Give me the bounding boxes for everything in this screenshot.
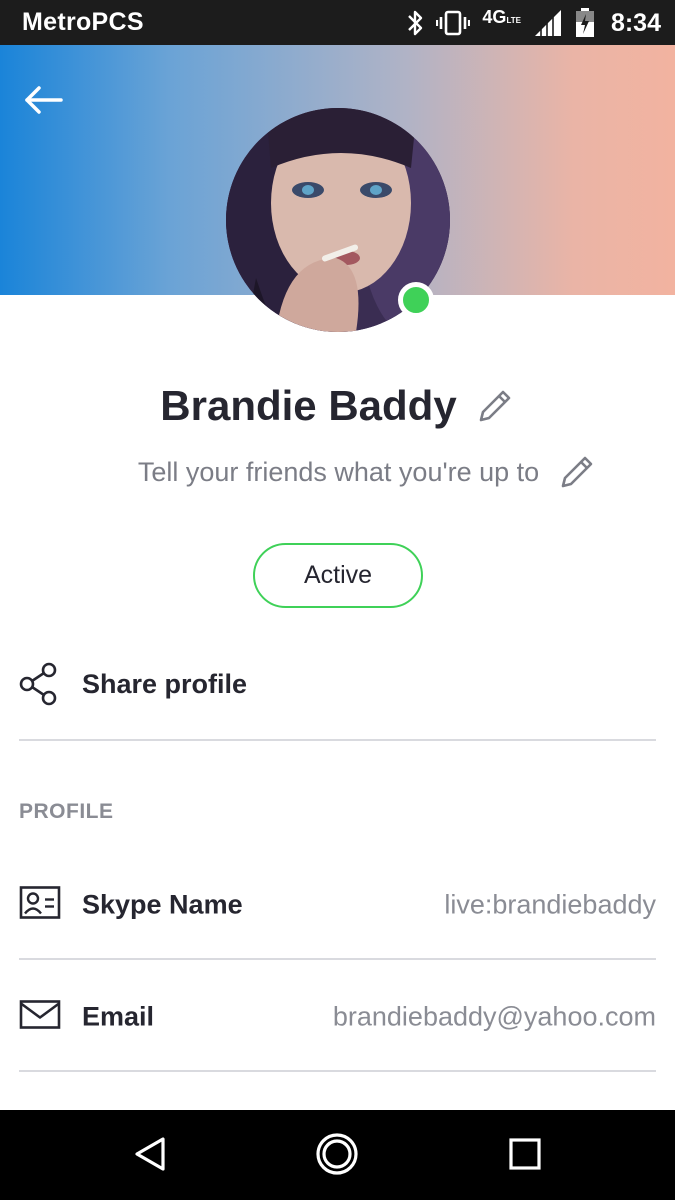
clock: 8:34 xyxy=(610,8,661,37)
email-value: brandiebaddy@yahoo.com xyxy=(332,1001,656,1032)
contact-card-icon xyxy=(19,886,61,925)
presence-status-button[interactable]: Active xyxy=(253,543,423,608)
arrow-left-icon xyxy=(23,85,63,120)
battery-icon xyxy=(575,8,595,38)
skype-name-value: live:brandiebaddy xyxy=(444,889,656,920)
mail-icon xyxy=(19,1000,61,1035)
display-name: Brandie Baddy xyxy=(160,382,457,429)
partial-row-icon xyxy=(20,1100,60,1110)
divider xyxy=(19,1070,656,1072)
bluetooth-icon xyxy=(406,9,424,37)
email-row[interactable]: Email brandiebaddy@yahoo.com xyxy=(0,982,675,1052)
share-icon xyxy=(18,662,60,711)
share-profile-row[interactable]: Share profile xyxy=(0,652,675,716)
edit-name-icon[interactable] xyxy=(475,386,515,426)
home-circle-icon xyxy=(315,1132,359,1181)
skype-name-row[interactable]: Skype Name live:brandiebaddy xyxy=(0,870,675,940)
share-profile-label: Share profile xyxy=(82,668,248,699)
nav-back-button[interactable] xyxy=(124,1130,176,1182)
system-nav-bar xyxy=(0,1110,675,1200)
back-button[interactable] xyxy=(16,75,70,129)
edit-mood-icon[interactable] xyxy=(557,452,597,492)
divider xyxy=(19,739,656,741)
presence-indicator xyxy=(398,282,434,318)
mood-message[interactable]: Tell your friends what you're up to xyxy=(138,457,539,488)
vibrate-icon xyxy=(436,9,471,37)
nav-recents-button[interactable] xyxy=(499,1130,551,1182)
mood-row[interactable]: Tell your friends what you're up to xyxy=(0,450,675,494)
email-label: Email xyxy=(82,1001,155,1032)
back-triangle-icon xyxy=(133,1136,167,1177)
name-row: Brandie Baddy xyxy=(0,378,675,434)
divider xyxy=(19,958,656,960)
status-bar: MetroPCS 4GLTE 8:34 xyxy=(0,0,675,45)
network-type: 4GLTE xyxy=(482,6,521,27)
status-icons: 4GLTE 8:34 xyxy=(406,6,661,40)
nav-home-button[interactable] xyxy=(311,1130,363,1182)
skype-name-label: Skype Name xyxy=(82,889,243,920)
recents-square-icon xyxy=(508,1137,542,1176)
carrier-name: MetroPCS xyxy=(22,8,144,36)
signal-icon xyxy=(533,9,563,37)
section-title: PROFILE xyxy=(19,800,114,823)
